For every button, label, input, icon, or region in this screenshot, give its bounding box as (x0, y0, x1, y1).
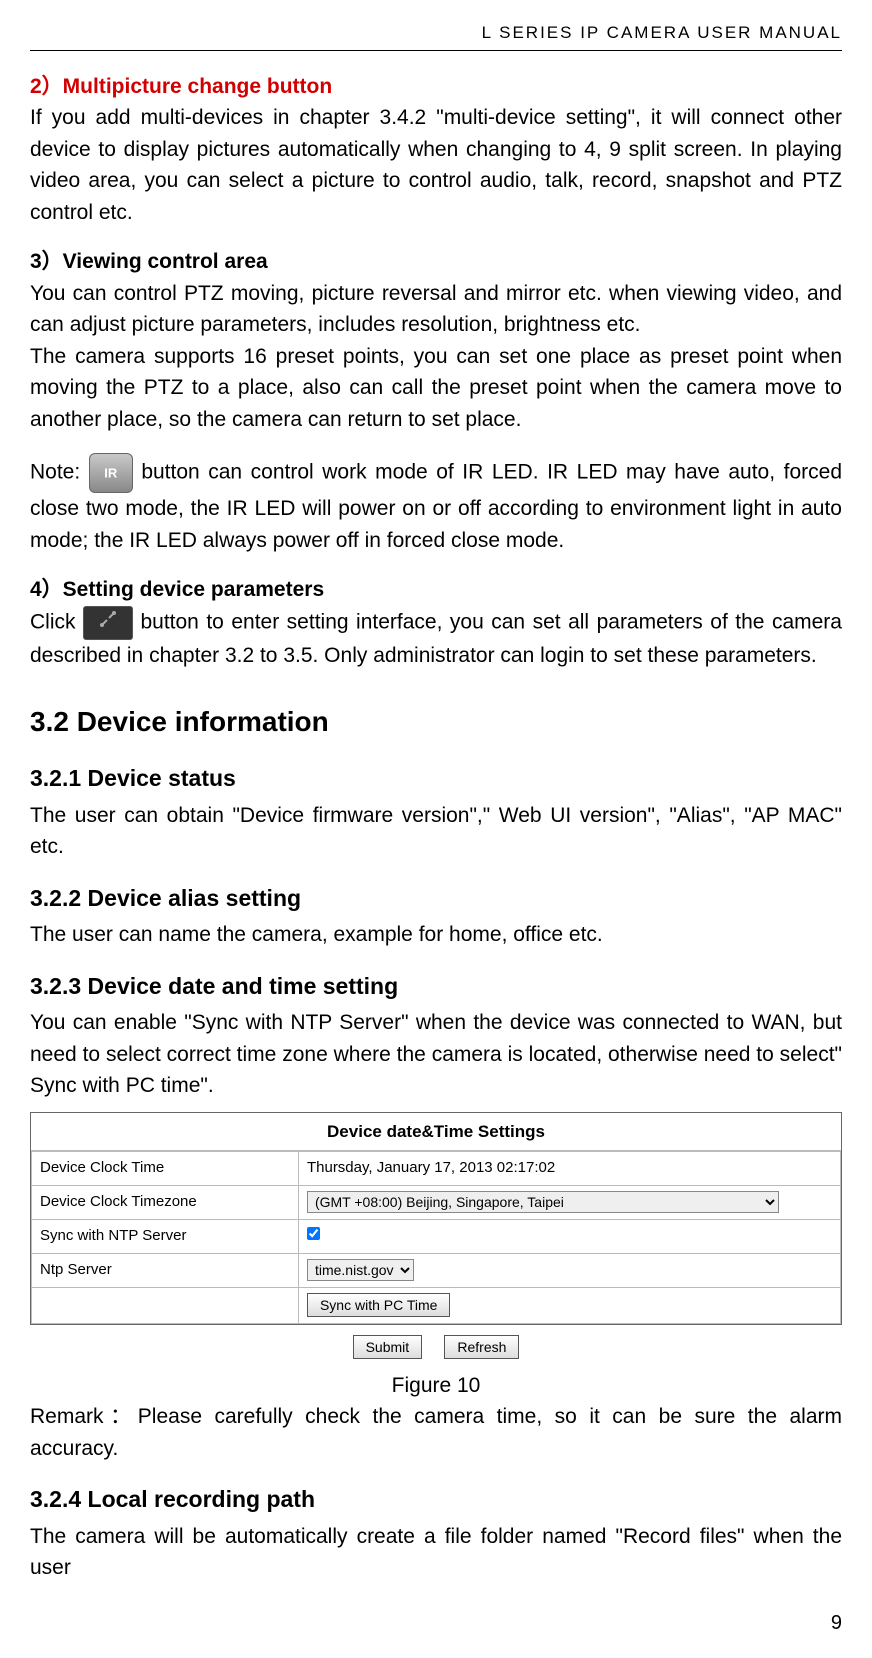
wrench-screwdriver-icon (98, 609, 118, 637)
heading-3-2-4: 3.2.4 Local recording path (30, 1482, 842, 1517)
note-suffix: button can control work mode of IR LED. … (30, 461, 842, 552)
sync-pc-time-button[interactable]: Sync with PC Time (307, 1293, 450, 1317)
heading-3-2: 3.2 Device information (30, 701, 842, 743)
page-number: 9 (30, 1608, 842, 1638)
section-3-body2: The camera supports 16 preset points, yo… (30, 341, 842, 436)
body-3-2-3: You can enable "Sync with NTP Server" wh… (30, 1007, 842, 1102)
row-value (298, 1220, 840, 1254)
ir-icon: IR (89, 453, 133, 493)
section-4-body: Click button to enter setting interface,… (30, 606, 842, 672)
heading-3-2-2: 3.2.2 Device alias setting (30, 881, 842, 916)
submit-button[interactable]: Submit (353, 1335, 423, 1359)
row-value: Thursday, January 17, 2013 02:17:02 (298, 1152, 840, 1186)
section-2-body: If you add multi-devices in chapter 3.4.… (30, 102, 842, 228)
section-4: 4）Setting device parameters (30, 574, 842, 606)
row-label: Device Clock Time (32, 1152, 299, 1186)
row-label: Ntp Server (32, 1253, 299, 1288)
ntp-server-select[interactable]: time.nist.gov (307, 1259, 414, 1281)
ir-icon-label: IR (104, 463, 117, 483)
section-4-label: 4）Setting device parameters (30, 578, 324, 601)
row-value: Sync with PC Time (298, 1288, 840, 1324)
figure-button-row: Submit Refresh (30, 1325, 842, 1364)
section-3-note: Note: IR button can control work mode of… (30, 453, 842, 556)
settings-table: Device Clock Time Thursday, January 17, … (31, 1151, 841, 1324)
row-value: (GMT +08:00) Beijing, Singapore, Taipei (298, 1185, 840, 1220)
section-2-label: 2）Multipicture change button (30, 75, 332, 98)
table-row: Sync with NTP Server (32, 1220, 841, 1254)
settings-tools-icon (83, 606, 133, 640)
section-3-label: 3）Viewing control area (30, 250, 268, 273)
note-prefix: Note: (30, 461, 89, 484)
row-label-empty (32, 1288, 299, 1324)
table-row: Device Clock Time Thursday, January 17, … (32, 1152, 841, 1186)
figure-10-caption: Figure 10 (30, 1370, 842, 1402)
body-3-2-2: The user can name the camera, example fo… (30, 919, 842, 951)
row-value: time.nist.gov (298, 1253, 840, 1288)
body-3-2-4: The camera will be automatically create … (30, 1521, 842, 1584)
refresh-button[interactable]: Refresh (444, 1335, 519, 1359)
section-3: 3）Viewing control area (30, 246, 842, 278)
table-row: Sync with PC Time (32, 1288, 841, 1324)
page-header: L SERIES IP CAMERA USER MANUAL (30, 20, 842, 51)
table-row: Device Clock Timezone (GMT +08:00) Beiji… (32, 1185, 841, 1220)
click-suffix: button to enter setting interface, you c… (30, 610, 842, 666)
row-label: Sync with NTP Server (32, 1220, 299, 1254)
row-label: Device Clock Timezone (32, 1185, 299, 1220)
timezone-select[interactable]: (GMT +08:00) Beijing, Singapore, Taipei (307, 1191, 780, 1213)
figure-10-panel: Device date&Time Settings Device Clock T… (30, 1112, 842, 1325)
remark-text: Remark：Please carefully check the camera… (30, 1401, 842, 1464)
body-3-2-1: The user can obtain "Device firmware ver… (30, 800, 842, 863)
heading-3-2-3: 3.2.3 Device date and time setting (30, 969, 842, 1004)
section-3-body1: You can control PTZ moving, picture reve… (30, 278, 842, 341)
heading-3-2-1: 3.2.1 Device status (30, 761, 842, 796)
table-row: Ntp Server time.nist.gov (32, 1253, 841, 1288)
sync-ntp-checkbox[interactable] (307, 1227, 320, 1240)
click-prefix: Click (30, 610, 83, 633)
section-2: 2）Multipicture change button (30, 71, 842, 103)
figure-10-title: Device date&Time Settings (31, 1113, 841, 1152)
